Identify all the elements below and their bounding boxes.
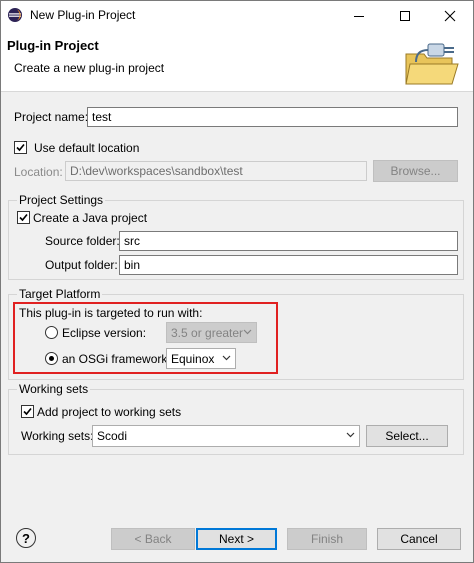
cancel-button[interactable]: Cancel bbox=[377, 528, 461, 550]
location-label: Location: bbox=[14, 165, 63, 179]
eclipse-version-label: Eclipse version: bbox=[62, 326, 147, 340]
select-working-sets-button[interactable]: Select... bbox=[366, 425, 448, 447]
project-name-input[interactable]: test bbox=[87, 107, 458, 127]
chevron-down-icon bbox=[346, 432, 355, 438]
output-folder-input[interactable]: bin bbox=[119, 255, 458, 275]
checkmark-icon bbox=[19, 213, 28, 222]
close-icon bbox=[444, 10, 456, 22]
eclipse-version-radio[interactable] bbox=[45, 326, 58, 339]
page-subtitle: Create a new plug-in project bbox=[14, 61, 165, 75]
target-platform-intro: This plug-in is targeted to run with: bbox=[19, 306, 203, 320]
add-to-working-sets-label: Add project to working sets bbox=[37, 405, 182, 419]
working-sets-select[interactable]: Scodi bbox=[92, 425, 360, 447]
output-folder-value: bin bbox=[124, 258, 141, 272]
project-name-value: test bbox=[92, 110, 112, 124]
source-folder-value: src bbox=[124, 234, 140, 248]
location-value: D:\dev\workspaces\sandbox\test bbox=[70, 164, 243, 178]
osgi-framework-label: an OSGi framework: bbox=[62, 352, 171, 366]
eclipse-version-value: 3.5 or greater bbox=[171, 326, 244, 340]
source-folder-input[interactable]: src bbox=[119, 231, 458, 251]
page-title: Plug-in Project bbox=[7, 38, 99, 53]
help-icon[interactable]: ? bbox=[16, 528, 36, 548]
checkmark-icon bbox=[23, 407, 32, 416]
browse-button[interactable]: Browse... bbox=[373, 160, 458, 182]
osgi-framework-radio[interactable] bbox=[45, 352, 58, 365]
minimize-icon bbox=[354, 16, 364, 17]
window-title: New Plug-in Project bbox=[30, 8, 136, 22]
output-folder-label: Output folder: bbox=[45, 258, 118, 272]
working-sets-value: Scodi bbox=[97, 429, 128, 443]
osgi-framework-value: Equinox bbox=[171, 352, 215, 366]
working-sets-label: Working sets: bbox=[21, 429, 94, 443]
maximize-icon bbox=[400, 11, 410, 21]
maximize-button[interactable] bbox=[382, 1, 428, 31]
target-platform-title: Target Platform bbox=[17, 287, 103, 301]
add-to-working-sets-checkbox[interactable] bbox=[21, 405, 34, 418]
create-java-project-checkbox[interactable] bbox=[17, 211, 30, 224]
osgi-framework-select[interactable]: Equinox bbox=[166, 348, 236, 369]
project-name-label: Project name: bbox=[14, 110, 89, 124]
working-sets-title: Working sets bbox=[17, 382, 91, 396]
project-settings-title: Project Settings bbox=[17, 193, 106, 207]
create-java-project-label: Create a Java project bbox=[33, 211, 148, 225]
finish-button[interactable]: Finish bbox=[287, 528, 367, 550]
close-button[interactable] bbox=[427, 1, 473, 31]
source-folder-label: Source folder: bbox=[45, 234, 120, 248]
use-default-location-checkbox[interactable] bbox=[14, 141, 27, 154]
next-button[interactable]: Next > bbox=[196, 528, 277, 550]
location-input[interactable]: D:\dev\workspaces\sandbox\test bbox=[65, 161, 367, 181]
eclipse-version-select[interactable]: 3.5 or greater bbox=[166, 322, 257, 343]
chevron-down-icon bbox=[222, 355, 231, 361]
checkmark-icon bbox=[16, 143, 25, 152]
plugin-wizard-banner-icon bbox=[402, 40, 462, 86]
minimize-button[interactable] bbox=[336, 1, 382, 31]
eclipse-app-icon bbox=[7, 7, 23, 23]
use-default-location-label: Use default location bbox=[34, 141, 140, 155]
back-button[interactable]: < Back bbox=[111, 528, 195, 550]
chevron-down-icon bbox=[243, 329, 252, 335]
